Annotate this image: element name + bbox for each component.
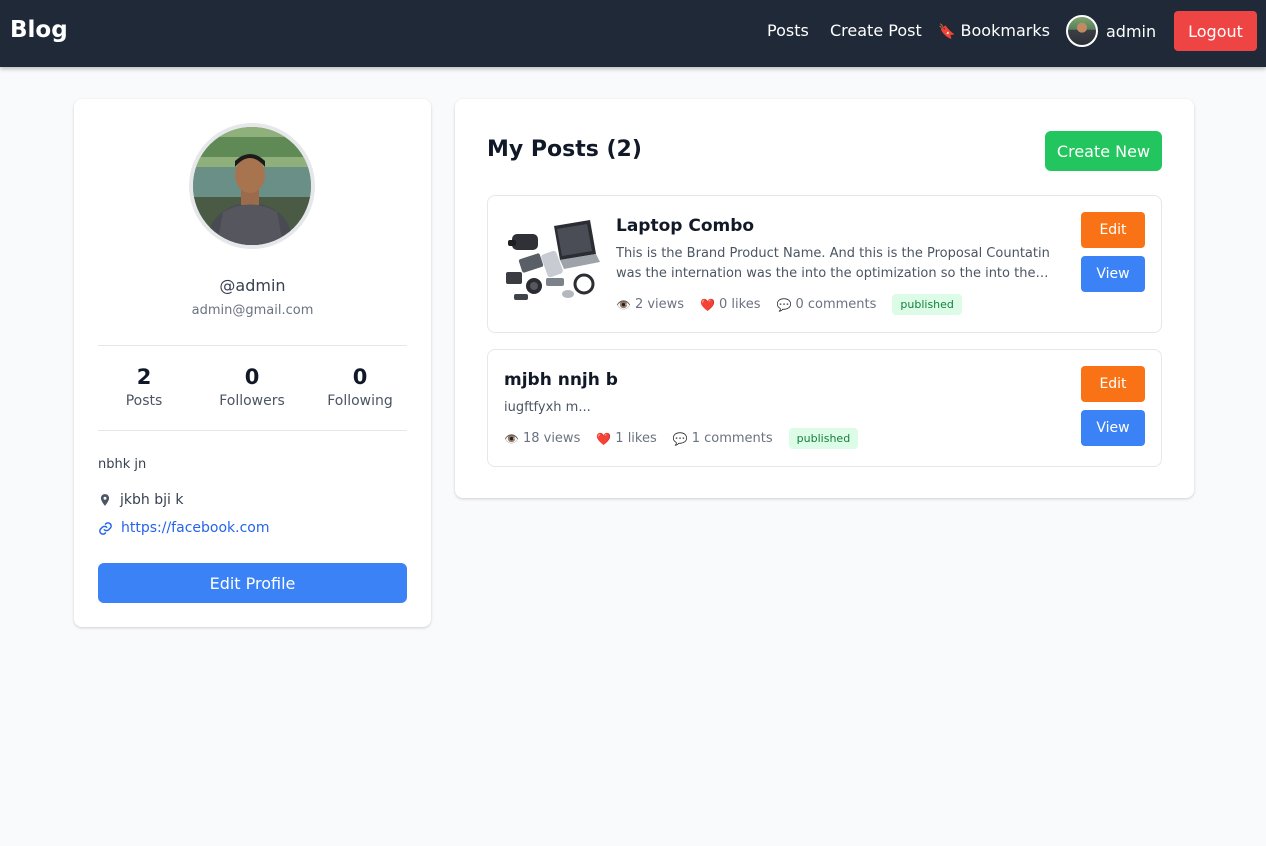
profile-bio: nbhk jn [98, 457, 147, 472]
divider [98, 345, 407, 346]
nav-user-name: admin [1106, 21, 1157, 41]
edit-post-button[interactable]: Edit [1081, 212, 1145, 248]
post-body: mjbh nnjh b iugftfyxh m... 👁️ 18 views ❤️… [504, 370, 1064, 449]
heart-icon: ❤️ [700, 297, 716, 312]
stat-followers-value: 0 [244, 365, 260, 389]
stat-following[interactable]: 0 Following [310, 365, 410, 409]
comment-icon: 💬 [776, 297, 792, 312]
profile-website-link[interactable]: https://facebook.com [98, 520, 269, 536]
stat-following-label: Following [327, 393, 393, 409]
post-item: Laptop Combo This is the Brand Product N… [487, 195, 1162, 333]
profile-website-text: https://facebook.com [121, 520, 270, 536]
stat-following-value: 0 [352, 365, 368, 389]
logout-button[interactable]: Logout [1174, 11, 1257, 51]
create-new-button[interactable]: Create New [1045, 131, 1162, 171]
stat-posts-label: Posts [125, 393, 163, 409]
stat-followers-label: Followers [219, 393, 285, 409]
status-badge: published [892, 294, 962, 315]
post-meta: 👁️ 18 views ❤️ 1 likes 💬 1 comments publish… [504, 428, 1064, 449]
profile-location: jkbh bji k [98, 492, 183, 508]
brand-logo[interactable]: Blog [10, 17, 68, 43]
link-icon [99, 521, 112, 535]
post-comments-text: 0 comments [795, 297, 877, 312]
post-excerpt: iugftfyxh m... [504, 400, 591, 415]
post-title[interactable]: mjbh nnjh b [504, 370, 1064, 390]
post-likes-text: 0 likes [719, 297, 761, 312]
edit-post-button[interactable]: Edit [1081, 366, 1145, 402]
top-navbar: Blog Posts Create Post 🔖 Bookmarks admin… [0, 0, 1266, 67]
stat-posts-value: 2 [136, 365, 152, 389]
eye-icon: 👁️ [504, 431, 519, 446]
stat-posts: 2 Posts [94, 365, 194, 409]
post-actions: Edit View [1081, 212, 1145, 292]
location-pin-icon [100, 494, 110, 506]
my-posts-card: My Posts (2) Create New Laptop Combo Thi… [455, 99, 1194, 498]
post-title[interactable]: Laptop Combo [616, 216, 1066, 236]
post-thumbnail[interactable] [504, 212, 600, 308]
post-excerpt: This is the Brand Product Name. And this… [616, 246, 1050, 281]
post-likes-text: 1 likes [615, 431, 657, 446]
profile-avatar [189, 123, 315, 249]
post-views-text: 18 views [522, 431, 581, 446]
stat-followers[interactable]: 0 Followers [202, 365, 302, 409]
post-comments: 💬 0 comments [777, 297, 877, 312]
nav-link-bookmarks[interactable]: 🔖 Bookmarks [938, 21, 1050, 40]
edit-profile-button[interactable]: Edit Profile [98, 563, 407, 603]
post-likes: ❤️ 1 likes [596, 431, 656, 446]
profile-email: admin@gmail.com [191, 303, 314, 318]
post-item: mjbh nnjh b iugftfyxh m... 👁️ 18 views ❤️… [487, 349, 1162, 467]
nav-link-create-post[interactable]: Create Post [830, 21, 922, 40]
my-posts-title: My Posts (2) [487, 137, 642, 162]
divider [98, 430, 407, 431]
view-post-button[interactable]: View [1081, 410, 1145, 446]
eye-icon: 👁️ [616, 297, 631, 312]
post-views: 👁️ 18 views [504, 431, 580, 446]
profile-username: @admin [219, 276, 286, 295]
profile-card: @admin admin@gmail.com 2 Posts 0 Followe… [74, 99, 431, 627]
nav-link-bookmarks-label: Bookmarks [960, 21, 1050, 40]
post-views: 👁️ 2 views [616, 297, 684, 312]
status-badge: published [788, 428, 859, 449]
heart-icon: ❤️ [596, 431, 612, 446]
post-actions: Edit View [1081, 366, 1145, 446]
comment-icon: 💬 [672, 431, 688, 446]
bookmark-icon: 🔖 [938, 24, 956, 40]
nav-user-menu[interactable]: admin [1066, 15, 1156, 47]
post-views-text: 2 views [634, 297, 685, 312]
post-likes: ❤️ 0 likes [700, 297, 760, 312]
view-post-button[interactable]: View [1081, 256, 1145, 292]
avatar [1066, 15, 1098, 47]
post-comments: 💬 1 comments [673, 431, 773, 446]
nav-link-posts[interactable]: Posts [767, 21, 809, 40]
post-meta: 👁️ 2 views ❤️ 0 likes 💬 0 comments publishe… [616, 294, 1066, 315]
post-comments-text: 1 comments [691, 431, 773, 446]
profile-location-text: jkbh bji k [120, 492, 184, 508]
post-body: Laptop Combo This is the Brand Product N… [616, 216, 1066, 315]
